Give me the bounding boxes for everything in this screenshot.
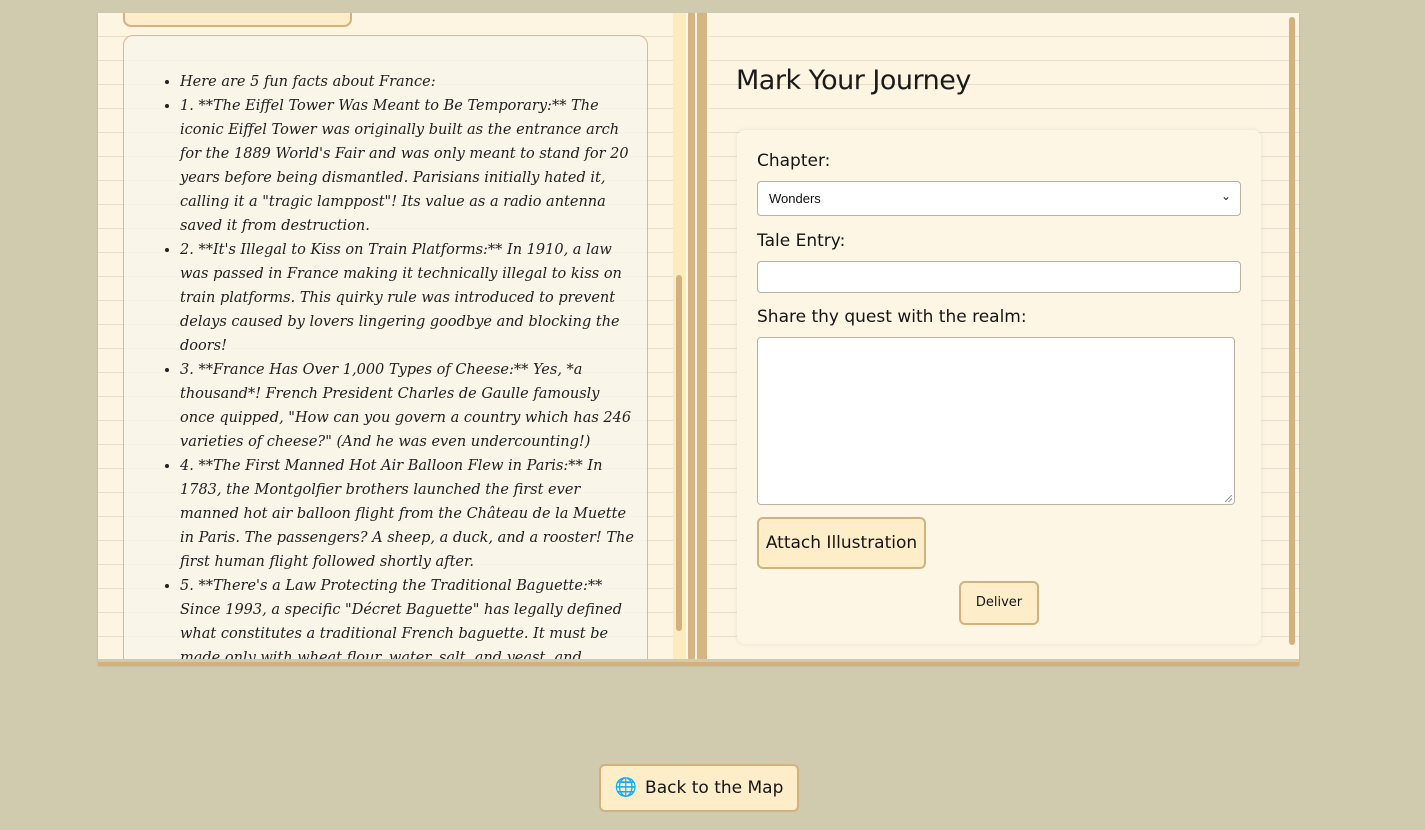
chapter-select[interactable]: Wonders ⌄	[757, 181, 1241, 216]
left-page: Here are 5 fun facts about France: 1. **…	[98, 13, 686, 659]
resize-handle-icon[interactable]	[1225, 495, 1232, 502]
chapter-label: Chapter:	[757, 151, 831, 171]
fact-item: Here are 5 fun facts about France:	[180, 70, 635, 94]
left-page-scrollbar[interactable]	[676, 275, 682, 631]
fact-item: 1. **The Eiffel Tower Was Meant to Be Te…	[180, 94, 635, 238]
tale-entry-input[interactable]	[757, 261, 1241, 293]
spine-line	[695, 13, 697, 659]
left-page-tab	[123, 13, 352, 27]
chevron-down-icon: ⌄	[1220, 189, 1231, 203]
globe-icon: 🌐	[614, 777, 638, 798]
journey-form: Chapter: Wonders ⌄ Tale Entry: Share thy…	[737, 130, 1261, 644]
back-to-map-button[interactable]: 🌐 Back to the Map	[599, 764, 799, 812]
tale-entry-label: Tale Entry:	[757, 231, 846, 251]
quest-textarea[interactable]	[757, 337, 1235, 505]
chapter-selected-value: Wonders	[769, 191, 821, 206]
page-title: Mark Your Journey	[736, 65, 971, 96]
right-page: Mark Your Journey Chapter: Wonders ⌄ Tal…	[709, 13, 1299, 659]
right-page-scrollbar[interactable]	[1289, 17, 1295, 645]
fact-item: 3. **France Has Over 1,000 Types of Chee…	[180, 358, 635, 454]
journal-book: Here are 5 fun facts about France: 1. **…	[98, 13, 1299, 665]
quest-label: Share thy quest with the realm:	[757, 307, 1027, 327]
facts-list: Here are 5 fun facts about France: 1. **…	[124, 36, 647, 659]
fact-item: 5. **There's a Law Protecting the Tradit…	[180, 574, 635, 659]
fact-item: 2. **It's Illegal to Kiss on Train Platf…	[180, 238, 635, 358]
book-spine	[686, 13, 709, 659]
back-to-map-label: Back to the Map	[645, 778, 784, 798]
fact-item: 4. **The First Manned Hot Air Balloon Fl…	[180, 454, 635, 574]
facts-box: Here are 5 fun facts about France: 1. **…	[123, 35, 648, 659]
deliver-button[interactable]: Deliver	[959, 581, 1039, 625]
spine-band	[688, 13, 707, 659]
attach-illustration-button[interactable]: Attach Illustration	[757, 517, 926, 569]
